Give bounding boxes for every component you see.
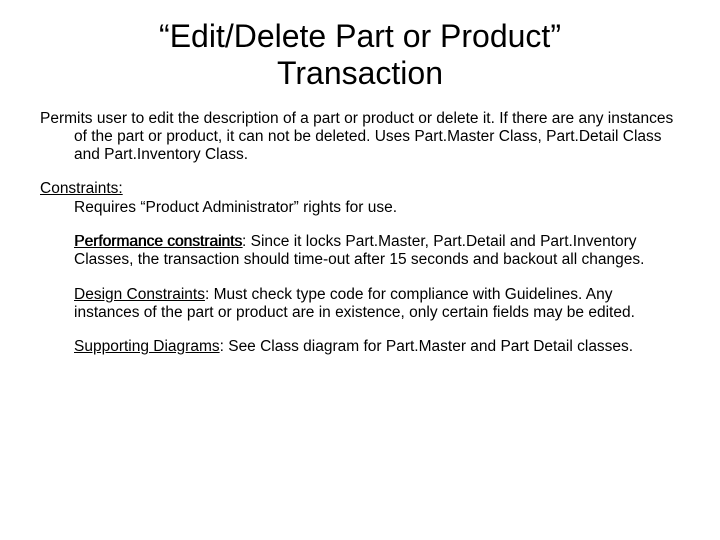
- title-line-2: Transaction: [277, 55, 443, 91]
- performance-paragraph: Performance constraints: Since it locks …: [40, 233, 680, 270]
- performance-label: Performance constraints: [74, 233, 242, 250]
- slide-title: “Edit/Delete Part or Product” Transactio…: [40, 18, 680, 92]
- design-paragraph: Design Constraints: Must check type code…: [40, 286, 680, 323]
- supporting-text: See Class diagram for Part.Master and Pa…: [224, 338, 633, 355]
- design-label: Design Constraints: [74, 286, 205, 303]
- slide-container: “Edit/Delete Part or Product” Transactio…: [0, 0, 720, 540]
- constraints-paragraph: Constraints: Requires “Product Administr…: [40, 180, 680, 217]
- intro-paragraph: Permits user to edit the description of …: [40, 110, 680, 165]
- constraints-text: Requires “Product Administrator” rights …: [74, 199, 397, 216]
- title-line-1: “Edit/Delete Part or Product”: [159, 18, 561, 54]
- slide-body: Permits user to edit the description of …: [40, 110, 680, 357]
- constraints-label: Constraints:: [40, 180, 123, 197]
- supporting-label: Supporting Diagrams: [74, 338, 220, 355]
- supporting-paragraph: Supporting Diagrams: See Class diagram f…: [40, 338, 680, 356]
